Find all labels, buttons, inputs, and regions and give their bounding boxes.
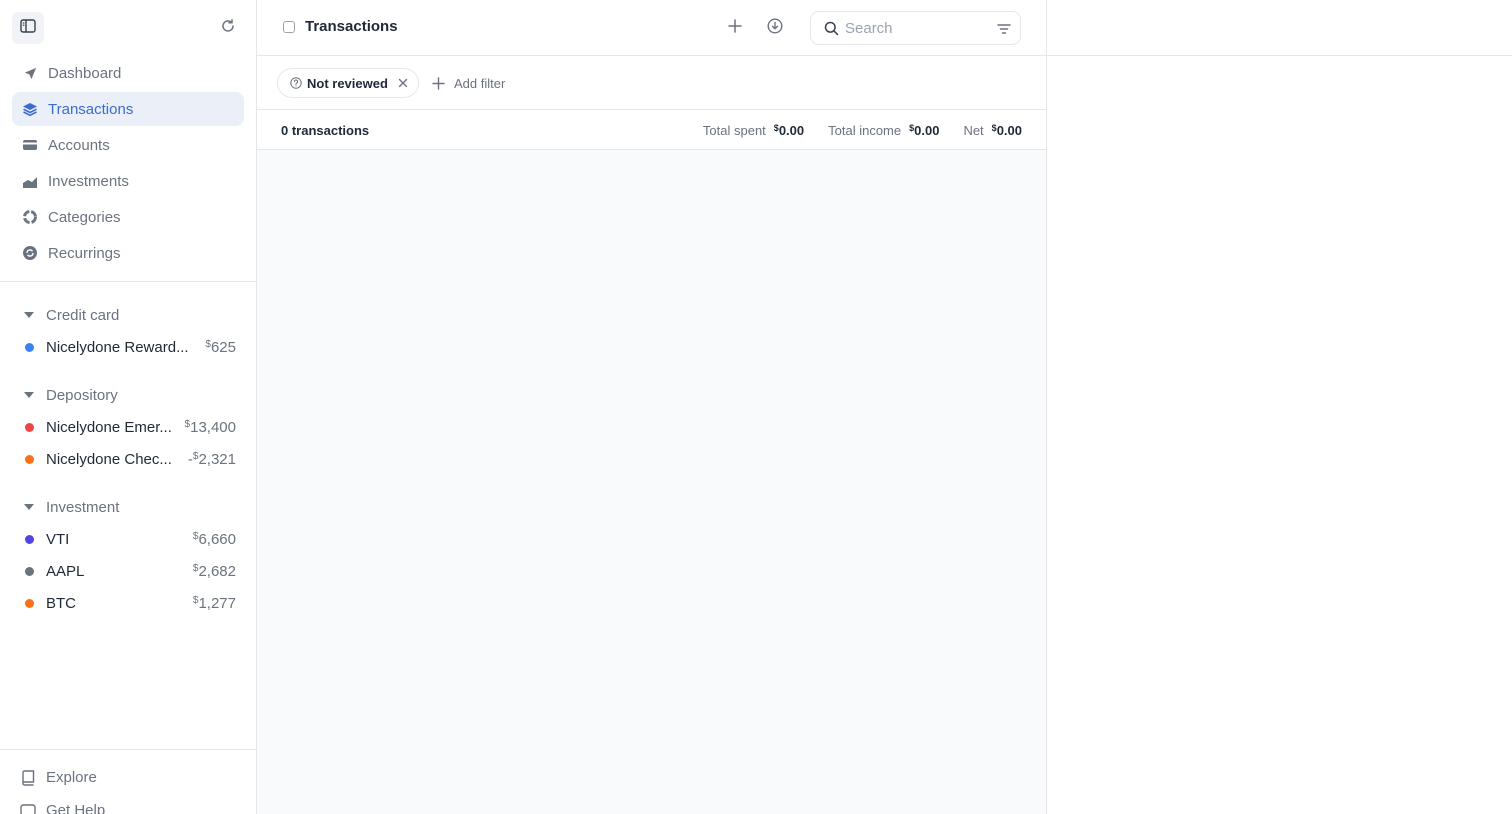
account-color-dot — [25, 454, 34, 464]
repeat-icon — [22, 245, 38, 261]
sidebar-item-transactions[interactable]: Transactions — [12, 92, 244, 126]
sidebar-item-label: Investments — [48, 172, 129, 190]
chart-area-icon — [22, 173, 38, 189]
account-item[interactable]: BTC $1,277 — [0, 587, 256, 619]
account-balance: $625 — [205, 338, 236, 356]
account-item[interactable]: VTI $6,660 — [0, 523, 256, 555]
plus-icon — [728, 18, 742, 38]
credit-card-icon — [22, 137, 38, 153]
transactions-summary: 0 transactions Total spent $0.00 Total i… — [257, 110, 1046, 150]
account-color-dot — [25, 598, 34, 608]
sidebar-toggle-icon — [20, 18, 36, 38]
close-icon[interactable] — [396, 76, 410, 90]
account-balance: $2,682 — [192, 562, 236, 580]
summary-stats: Total spent $0.00 Total income $0.00 Net… — [703, 123, 1022, 138]
sidebar-item-label: Categories — [48, 208, 121, 226]
download-button[interactable] — [763, 16, 787, 40]
sidebar-item-label: Explore — [46, 769, 97, 786]
sidebar-item-label: Recurrings — [48, 244, 121, 262]
transactions-header: Transactions — [257, 0, 1046, 56]
detail-pane — [1047, 0, 1512, 814]
sidebar-item-dashboard[interactable]: Dashboard — [12, 56, 244, 90]
account-color-dot — [25, 566, 34, 576]
account-balance: $13,400 — [184, 418, 236, 436]
sidebar-header — [0, 0, 256, 56]
sidebar-item-categories[interactable]: Categories — [12, 200, 244, 234]
filter-bar: Not reviewed Add filter — [257, 56, 1046, 110]
pie-icon — [22, 209, 38, 225]
caret-down-icon — [24, 312, 34, 318]
transactions-panel: Transactions Not reviewed — [257, 0, 1047, 814]
sidebar-item-label: Dashboard — [48, 64, 122, 82]
total-income-value: $0.00 — [909, 123, 940, 138]
sidebar-item-help[interactable]: Get Help — [20, 802, 105, 814]
group-header-depository[interactable]: Depository — [0, 379, 256, 411]
account-item[interactable]: AAPL $2,682 — [0, 555, 256, 587]
sidebar-item-accounts[interactable]: Accounts — [12, 128, 244, 162]
caret-down-icon — [24, 392, 34, 398]
page-title: Transactions — [305, 18, 398, 35]
sidebar-item-label: Accounts — [48, 136, 110, 154]
account-name: Nicelydone Emer... — [46, 418, 172, 436]
account-balance: $6,660 — [192, 530, 236, 548]
add-filter-button[interactable]: Add filter — [431, 73, 505, 93]
book-icon — [20, 769, 36, 786]
sidebar-item-recurrings[interactable]: Recurrings — [12, 236, 244, 270]
account-name: Nicelydone Reward... — [46, 338, 189, 356]
account-name: AAPL — [46, 562, 85, 580]
sidebar-footer-divider — [0, 749, 256, 750]
net-label: Net — [963, 123, 984, 138]
sidebar-item-label: Transactions — [48, 100, 134, 118]
group-label: Depository — [46, 386, 118, 404]
select-all-checkbox[interactable] — [283, 21, 295, 33]
account-item[interactable]: Nicelydone Chec... -$2,321 — [0, 443, 256, 475]
caret-down-icon — [24, 504, 34, 510]
group-header-credit-card[interactable]: Credit card — [0, 299, 256, 331]
refresh-icon — [220, 18, 236, 39]
account-color-dot — [25, 534, 34, 544]
detail-pane-header — [1047, 0, 1512, 56]
sidebar-item-investments[interactable]: Investments — [12, 164, 244, 198]
add-filter-label: Add filter — [454, 75, 506, 91]
account-groups: Credit card Nicelydone Reward... $625 De… — [0, 299, 256, 619]
account-color-dot — [25, 422, 34, 432]
help-icon — [20, 803, 36, 814]
search-input[interactable] — [845, 19, 985, 37]
send-icon — [22, 65, 38, 81]
account-item[interactable]: Nicelydone Emer... $13,400 — [0, 411, 256, 443]
account-name: Nicelydone Chec... — [46, 450, 172, 468]
account-color-dot — [25, 342, 34, 352]
download-icon — [767, 17, 783, 39]
sidebar: Dashboard Transactions Accounts Investme… — [0, 0, 257, 814]
transaction-count: 0 transactions — [281, 123, 370, 138]
net-value: $0.00 — [991, 123, 1022, 138]
account-balance: -$2,321 — [187, 450, 236, 468]
search-box — [810, 11, 1021, 45]
layers-icon — [22, 101, 38, 117]
question-circle-icon — [290, 77, 302, 89]
sidebar-item-label: Get Help — [46, 802, 106, 814]
refresh-button[interactable] — [216, 16, 240, 40]
group-label: Investment — [46, 498, 120, 516]
plus-icon — [431, 76, 445, 90]
add-transaction-button[interactable] — [723, 16, 747, 40]
sidebar-toggle-button[interactable] — [12, 12, 44, 44]
account-balance: $1,277 — [192, 594, 236, 612]
search-icon — [823, 20, 839, 36]
total-spent-label: Total spent — [702, 123, 766, 138]
group-label: Credit card — [46, 306, 120, 324]
sidebar-nav: Dashboard Transactions Accounts Investme… — [12, 56, 244, 272]
sidebar-item-explore[interactable]: Explore — [20, 769, 97, 786]
filter-chip-label: Not reviewed — [307, 75, 388, 91]
filter-chip-not-reviewed[interactable]: Not reviewed — [277, 68, 419, 98]
total-income-label: Total income — [828, 123, 902, 138]
account-item[interactable]: Nicelydone Reward... $625 — [0, 331, 256, 363]
account-name: VTI — [46, 530, 70, 548]
group-header-investment[interactable]: Investment — [0, 491, 256, 523]
account-name: BTC — [46, 594, 76, 612]
filter-lines-icon[interactable] — [996, 21, 1012, 37]
sidebar-divider — [0, 281, 256, 282]
total-spent-value: $0.00 — [773, 123, 805, 138]
